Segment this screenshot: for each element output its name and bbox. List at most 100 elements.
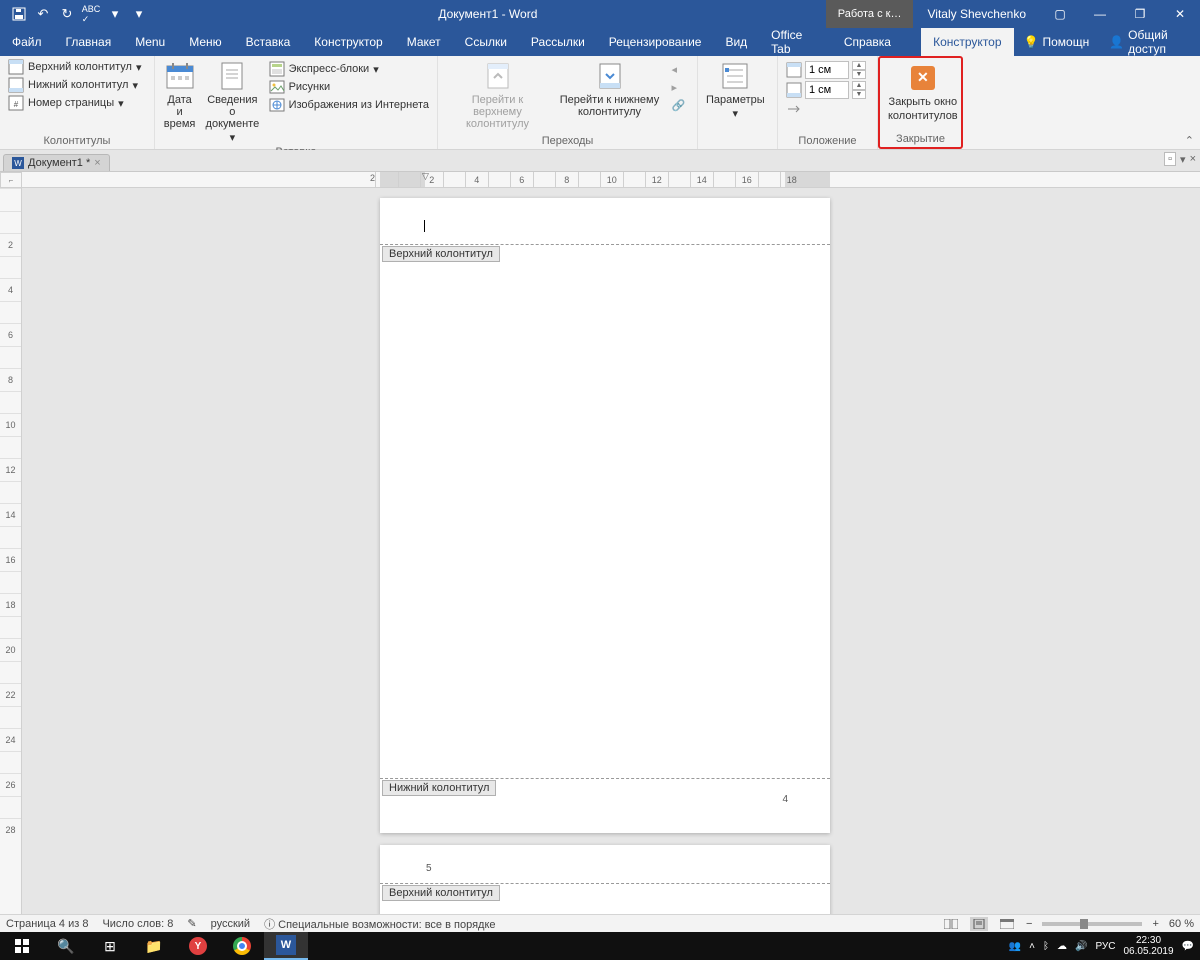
user-name[interactable]: Vitaly Shevchenko (913, 7, 1040, 21)
language-indicator[interactable]: РУС (1095, 941, 1115, 952)
tab-insert[interactable]: Вставка (234, 28, 303, 56)
tab-file[interactable]: Файл (0, 28, 54, 56)
document-canvas[interactable]: Верхний колонтитул Нижний колонтитул 4 5… (22, 188, 1200, 914)
options-icon (719, 60, 751, 92)
zoom-level[interactable]: 60 % (1169, 918, 1194, 930)
maximize-icon[interactable]: ❐ (1120, 0, 1160, 28)
ribbon-display-icon[interactable]: ▢ (1040, 0, 1080, 28)
tab-header-footer-design[interactable]: Конструктор (921, 28, 1013, 56)
share-button[interactable]: 👤Общий доступ (1099, 28, 1200, 56)
status-page[interactable]: Страница 4 из 8 (6, 918, 88, 930)
indent-marker-icon[interactable]: ▽ (422, 172, 429, 182)
search-button[interactable]: 🔍 (44, 932, 88, 960)
proofing-icon[interactable]: ✎ (187, 917, 196, 930)
close-icon[interactable]: ✕ (1160, 0, 1200, 28)
word-taskbar-button[interactable]: W (264, 932, 308, 960)
people-icon[interactable]: 👥 (1009, 941, 1021, 952)
document-tab[interactable]: W Документ1 * × (3, 154, 110, 171)
header-icon (8, 59, 24, 75)
tab-dropdown-icon[interactable]: ▾ (1180, 153, 1186, 166)
spin-down-icon[interactable]: ▼ (852, 70, 866, 79)
zoom-in-icon[interactable]: + (1152, 918, 1158, 930)
collapse-ribbon-icon[interactable]: ⌃ (1185, 134, 1194, 147)
tray-expand-icon[interactable]: ˄ (1029, 941, 1035, 952)
zoom-out-icon[interactable]: − (1026, 918, 1032, 930)
insert-alignment-tab-button[interactable] (782, 100, 873, 118)
close-header-footer-button[interactable]: ✕ Закрыть окно колонтитулов (884, 60, 962, 133)
header-button[interactable]: Верхний колонтитул▾ (4, 58, 150, 76)
tab-mailings[interactable]: Рассылки (519, 28, 597, 56)
document-info-button[interactable]: Сведения о документе▾ (200, 58, 264, 146)
page-number: 5 (426, 863, 432, 874)
footer-position-spinner[interactable]: ▲▼ (782, 80, 873, 100)
group-label-position: Положение (782, 135, 873, 149)
status-accessibility[interactable]: ⓘ Специальные возможности: все в порядке (264, 916, 495, 932)
pictures-button[interactable]: Рисунки (265, 78, 433, 96)
zoom-slider[interactable] (1042, 922, 1142, 926)
page-number-button[interactable]: #Номер страницы▾ (4, 94, 150, 112)
new-tab-icon[interactable]: ▫ (1164, 152, 1176, 166)
tab-view[interactable]: Вид (713, 28, 759, 56)
bluetooth-icon[interactable]: ᛒ (1043, 941, 1049, 952)
chrome-button[interactable] (220, 932, 264, 960)
tab-office-tab[interactable]: Office Tab (759, 28, 832, 56)
close-all-icon[interactable]: × (1190, 153, 1196, 165)
document-page: Верхний колонтитул Нижний колонтитул 4 (380, 198, 830, 833)
vertical-ruler[interactable]: 246810121416182022242628 (0, 188, 22, 914)
prev-icon: ◂ (672, 63, 688, 79)
notifications-icon[interactable]: 💬 (1182, 941, 1194, 952)
web-layout-icon[interactable] (998, 917, 1016, 931)
tab-menu-en[interactable]: Menu (123, 28, 177, 56)
system-clock[interactable]: 22:30 06.05.2019 (1123, 935, 1173, 957)
task-view-button[interactable]: ⊞ (88, 932, 132, 960)
yandex-browser-button[interactable]: Y (176, 932, 220, 960)
previous-section-button: ◂ (668, 62, 692, 80)
quick-parts-button[interactable]: Экспресс-блоки▾ (265, 60, 433, 78)
goto-footer-icon (594, 60, 626, 92)
tab-review[interactable]: Рецензирование (597, 28, 714, 56)
status-language[interactable]: русский (211, 918, 250, 930)
spin-up-icon[interactable]: ▲ (852, 81, 866, 90)
print-layout-icon[interactable] (970, 917, 988, 931)
footer-button[interactable]: Нижний колонтитул▾ (4, 76, 150, 94)
onedrive-icon[interactable]: ☁ (1057, 941, 1067, 952)
tab-help[interactable]: Справка (832, 28, 903, 56)
redo-icon[interactable]: ↻ (56, 3, 78, 25)
volume-icon[interactable]: 🔊 (1075, 941, 1087, 952)
start-button[interactable] (0, 932, 44, 960)
ruler-corner[interactable]: ⌐ (0, 172, 22, 188)
spin-down-icon[interactable]: ▼ (852, 90, 866, 99)
read-mode-icon[interactable] (942, 917, 960, 931)
date-time-button[interactable]: Дата и время (159, 58, 200, 146)
dropdown-icon: ▾ (136, 61, 142, 74)
header-position-spinner[interactable]: ▲▼ (782, 60, 873, 80)
group-label-close: Закрытие (884, 133, 957, 147)
options-button[interactable]: Параметры▾ (702, 58, 769, 147)
tab-menu-ru[interactable]: Меню (177, 28, 233, 56)
close-hf-icon: ✕ (911, 66, 935, 90)
windows-taskbar: 🔍 ⊞ 📁 Y W 👥 ˄ ᛒ ☁ 🔊 РУС 22:30 06.05.2019… (0, 932, 1200, 960)
tab-home[interactable]: Главная (54, 28, 124, 56)
minimize-icon[interactable]: — (1080, 0, 1120, 28)
tab-layout[interactable]: Макет (395, 28, 453, 56)
title-bar: ↶ ↻ ABC✓ ▾ ▾ Документ1 - Word Работа с к… (0, 0, 1200, 28)
goto-header-button: Перейти к верхнему колонтитулу (444, 58, 552, 135)
goto-footer-button[interactable]: Перейти к нижнему колонтитулу (556, 58, 664, 135)
dropdown-icon: ▾ (132, 79, 138, 92)
horizontal-ruler[interactable]: 2 24681012141618 ▽ (22, 172, 1200, 188)
touch-mode-icon[interactable]: ▾ (128, 3, 150, 25)
close-tab-icon[interactable]: × (94, 157, 100, 169)
qat-more-icon[interactable]: ▾ (104, 3, 126, 25)
tab-references[interactable]: Ссылки (453, 28, 519, 56)
undo-icon[interactable]: ↶ (32, 3, 54, 25)
spin-up-icon[interactable]: ▲ (852, 61, 866, 70)
file-explorer-button[interactable]: 📁 (132, 932, 176, 960)
status-word-count[interactable]: Число слов: 8 (102, 918, 173, 930)
search-icon: 🔍 (57, 938, 74, 955)
spellcheck-icon[interactable]: ABC✓ (80, 3, 102, 25)
tell-me-button[interactable]: 💡Помощн (1014, 28, 1100, 56)
tab-design[interactable]: Конструктор (302, 28, 394, 56)
header-tag: Верхний колонтитул (382, 885, 500, 901)
online-pictures-button[interactable]: Изображения из Интернета (265, 96, 433, 114)
save-icon[interactable] (8, 3, 30, 25)
